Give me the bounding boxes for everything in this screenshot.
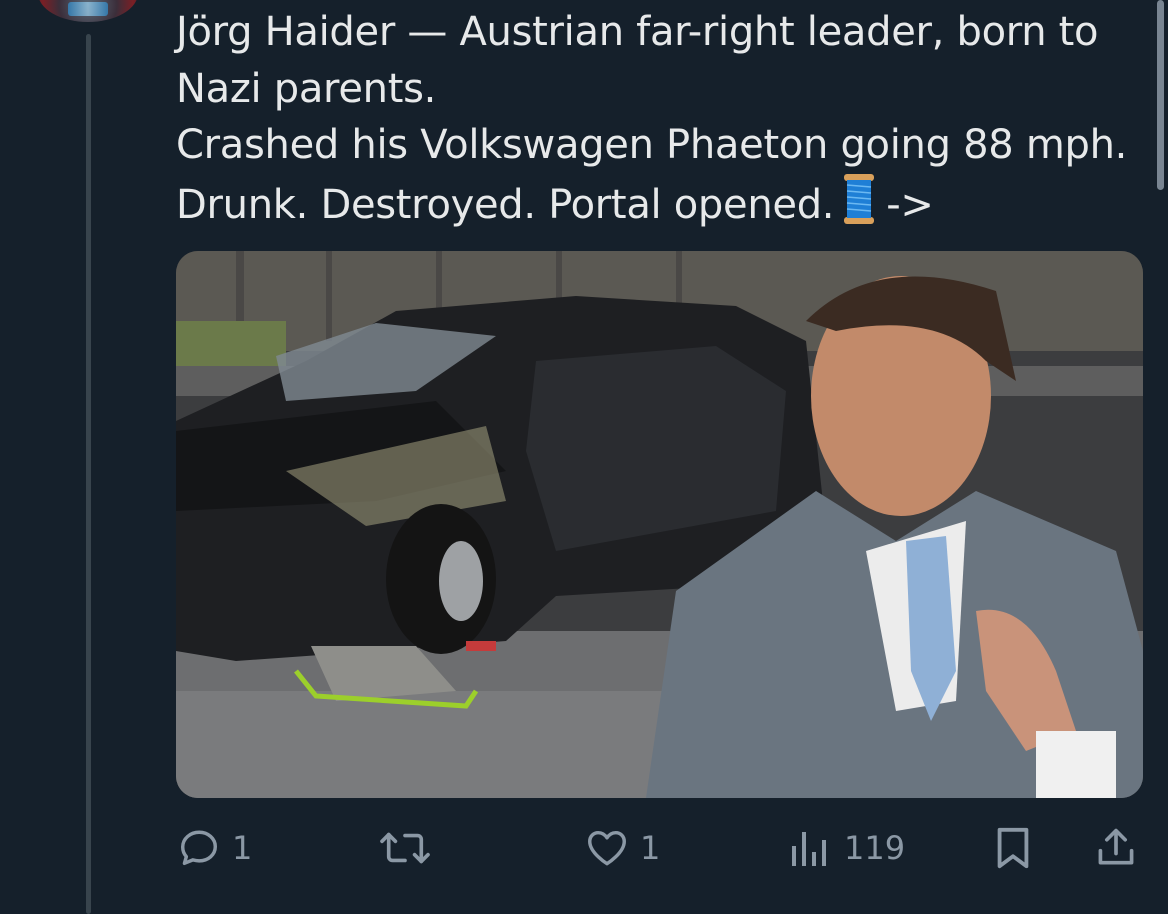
reply-button[interactable]: 1 [176,820,252,876]
views-button[interactable]: 119 [788,820,905,876]
tweet-text-line-4: Drunk. Destroyed. Portal opened. -> [176,173,1136,234]
retweet-button[interactable] [380,820,440,876]
share-icon [1098,828,1134,865]
tweet-text-line-1: Jörg Haider — Austrian far-right leader,… [176,9,1099,55]
analytics-bars-icon [792,832,826,866]
reply-icon [180,830,218,866]
retweet-icon [380,832,430,864]
thread-connector-line [86,34,91,914]
views-count: 119 [844,829,906,867]
tweet-action-bar: 1 1 119 [176,820,1144,876]
tweet-text-line-4-text: Drunk. Destroyed. Portal opened. [176,181,835,228]
tweet-media-image[interactable] [176,251,1143,798]
thread-spool-icon [842,173,876,224]
author-avatar[interactable] [38,0,138,22]
reply-count: 1 [232,829,253,867]
like-button[interactable]: 1 [584,820,660,876]
share-button[interactable] [1094,820,1138,876]
tweet-text-line-3: Crashed his Volkswagen Phaeton going 88 … [176,122,1128,168]
heart-icon [588,830,626,866]
tweet-text-line-2: Nazi parents. [176,65,437,112]
like-count: 1 [640,829,661,867]
tweet-text: Jörg Haider — Austrian far-right leader,… [176,4,1136,233]
scrollbar[interactable] [1157,0,1164,190]
bookmark-icon [997,827,1029,869]
thread-arrow: -> [886,181,934,228]
bookmark-button[interactable] [992,820,1034,876]
